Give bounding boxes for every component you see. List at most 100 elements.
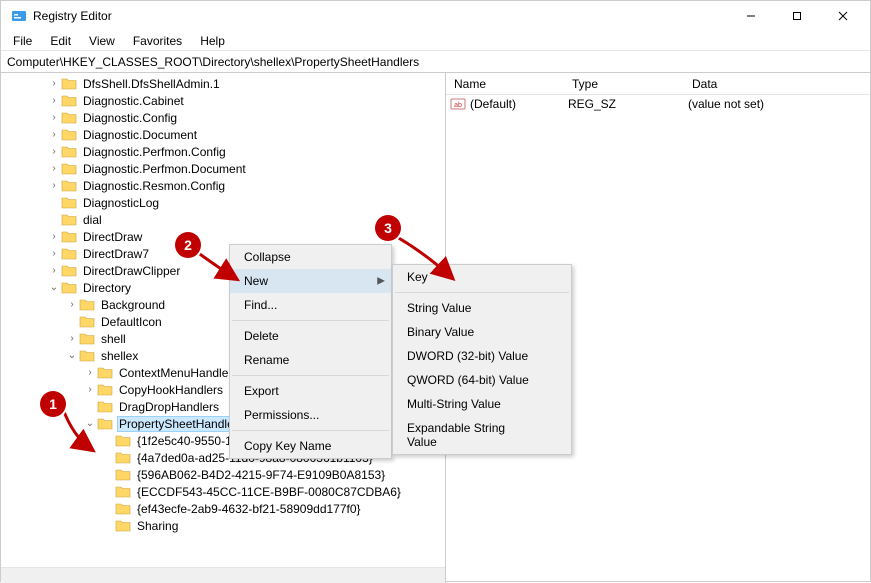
- expand-icon[interactable]: ›: [47, 146, 61, 157]
- menu-edit[interactable]: Edit: [42, 32, 79, 50]
- tree-label: Diagnostic.Perfmon.Document: [81, 162, 248, 176]
- menu-view[interactable]: View: [81, 32, 123, 50]
- new-string-value[interactable]: String Value: [393, 296, 571, 320]
- address-path: Computer\HKEY_CLASSES_ROOT\Directory\she…: [7, 55, 419, 69]
- close-button[interactable]: [820, 1, 866, 31]
- submenu-arrow-icon: ▶: [377, 276, 385, 287]
- tree-item[interactable]: › Diagnostic.Perfmon.Config: [1, 143, 445, 160]
- expand-icon[interactable]: ›: [47, 163, 61, 174]
- menu-copy-key-name[interactable]: Copy Key Name: [230, 434, 391, 458]
- new-submenu: Key String ValueBinary ValueDWORD (32-bit…: [392, 264, 572, 455]
- expand-icon[interactable]: ›: [83, 384, 97, 395]
- tree-label: {596AB062-B4D2-4215-9F74-E9109B0A8153}: [135, 468, 387, 482]
- tree-label: shell: [99, 332, 128, 346]
- menu-delete[interactable]: Delete: [230, 324, 391, 348]
- collapse-icon[interactable]: ⌄: [83, 418, 97, 429]
- menu-favorites[interactable]: Favorites: [125, 32, 190, 50]
- expand-icon[interactable]: ›: [47, 231, 61, 242]
- value-data: (value not set): [688, 97, 870, 111]
- address-bar[interactable]: Computer\HKEY_CLASSES_ROOT\Directory\she…: [1, 51, 870, 73]
- expand-icon[interactable]: ›: [47, 180, 61, 191]
- menu-separator: [232, 430, 389, 431]
- tree-label: CopyHookHandlers: [117, 383, 225, 397]
- expand-icon[interactable]: ›: [47, 265, 61, 276]
- new-multi-string-value[interactable]: Multi-String Value: [393, 392, 571, 416]
- tree-label: Diagnostic.Cabinet: [81, 94, 186, 108]
- tree-item[interactable]: › Diagnostic.Config: [1, 109, 445, 126]
- list-header: Name Type Data: [446, 73, 870, 95]
- tree-label: DirectDrawClipper: [81, 264, 182, 278]
- string-value-icon: ab: [450, 96, 466, 112]
- col-name[interactable]: Name: [446, 75, 564, 93]
- new-key[interactable]: Key: [393, 265, 571, 289]
- new-dword-bit-value[interactable]: DWORD (32-bit) Value: [393, 344, 571, 368]
- window-title: Registry Editor: [33, 9, 728, 23]
- col-type[interactable]: Type: [564, 75, 684, 93]
- tree-label: DragDropHandlers: [117, 400, 221, 414]
- value-row[interactable]: ab (Default) REG_SZ (value not set): [446, 95, 870, 113]
- tree-item[interactable]: › Diagnostic.Perfmon.Document: [1, 160, 445, 177]
- tree-label: DfsShell.DfsShellAdmin.1: [81, 77, 222, 91]
- maximize-button[interactable]: [774, 1, 820, 31]
- expand-icon[interactable]: ›: [47, 248, 61, 259]
- tree-label: Directory: [81, 281, 133, 295]
- tree-label: Diagnostic.Resmon.Config: [81, 179, 227, 193]
- menu-rename[interactable]: Rename: [230, 348, 391, 372]
- menu-separator: [395, 292, 569, 293]
- context-menu: CollapseNew▶Find... DeleteRename ExportPer…: [229, 244, 392, 459]
- tree-label: DirectDraw: [81, 230, 144, 244]
- col-data[interactable]: Data: [684, 75, 870, 93]
- tree-label: dial: [81, 213, 104, 227]
- tree-item[interactable]: DiagnosticLog: [1, 194, 445, 211]
- tree-label: Diagnostic.Perfmon.Config: [81, 145, 228, 159]
- expand-icon[interactable]: ›: [47, 95, 61, 106]
- tree-label: ContextMenuHandlers: [117, 366, 240, 380]
- callout-3: 3: [375, 215, 401, 241]
- menu-file[interactable]: File: [5, 32, 40, 50]
- tree-label: PropertySheetHandlers: [117, 416, 246, 432]
- expand-icon[interactable]: ›: [65, 299, 79, 310]
- tree-label: Diagnostic.Config: [81, 111, 179, 125]
- svg-text:ab: ab: [454, 102, 462, 109]
- tree-label: Diagnostic.Document: [81, 128, 199, 142]
- tree-item[interactable]: › Diagnostic.Document: [1, 126, 445, 143]
- tree-label: DirectDraw7: [81, 247, 151, 261]
- menu-collapse[interactable]: Collapse: [230, 245, 391, 269]
- expand-icon[interactable]: ›: [83, 367, 97, 378]
- value-type: REG_SZ: [568, 97, 688, 111]
- menu-help[interactable]: Help: [192, 32, 233, 50]
- new-expandable-string-value[interactable]: Expandable String Value: [393, 416, 571, 454]
- menu-permissions-[interactable]: Permissions...: [230, 403, 391, 427]
- expand-icon[interactable]: ›: [47, 112, 61, 123]
- tree-label: DefaultIcon: [99, 315, 164, 329]
- tree-label: shellex: [99, 349, 140, 363]
- menu-find-[interactable]: Find...: [230, 293, 391, 317]
- collapse-icon[interactable]: ⌄: [65, 350, 79, 361]
- tree-item[interactable]: {ECCDF543-45CC-11CE-B9BF-0080C87CDBA6}: [1, 483, 445, 500]
- collapse-icon[interactable]: ⌄: [47, 282, 61, 293]
- menu-new[interactable]: New▶: [230, 269, 391, 293]
- tree-scrollbar[interactable]: [1, 567, 445, 583]
- tree-item[interactable]: › Diagnostic.Cabinet: [1, 92, 445, 109]
- expand-icon[interactable]: ›: [65, 333, 79, 344]
- expand-icon[interactable]: ›: [47, 129, 61, 140]
- tree-item[interactable]: {596AB062-B4D2-4215-9F74-E9109B0A8153}: [1, 466, 445, 483]
- menu-bar: File Edit View Favorites Help: [1, 31, 870, 51]
- tree-item[interactable]: {ef43ecfe-2ab9-4632-bf21-58909dd177f0}: [1, 500, 445, 517]
- tree-item[interactable]: › Diagnostic.Resmon.Config: [1, 177, 445, 194]
- minimize-button[interactable]: [728, 1, 774, 31]
- menu-separator: [232, 320, 389, 321]
- window-controls: [728, 1, 866, 31]
- tree-item[interactable]: › DfsShell.DfsShellAdmin.1: [1, 75, 445, 92]
- tree-label: DiagnosticLog: [81, 196, 161, 210]
- title-bar: Registry Editor: [1, 1, 870, 31]
- new-binary-value[interactable]: Binary Value: [393, 320, 571, 344]
- tree-label: {ef43ecfe-2ab9-4632-bf21-58909dd177f0}: [135, 502, 363, 516]
- menu-export[interactable]: Export: [230, 379, 391, 403]
- tree-item[interactable]: Sharing: [1, 517, 445, 534]
- menu-separator: [232, 375, 389, 376]
- tree-label: Sharing: [135, 519, 180, 533]
- expand-icon[interactable]: ›: [47, 78, 61, 89]
- value-name: (Default): [470, 97, 568, 111]
- new-qword-bit-value[interactable]: QWORD (64-bit) Value: [393, 368, 571, 392]
